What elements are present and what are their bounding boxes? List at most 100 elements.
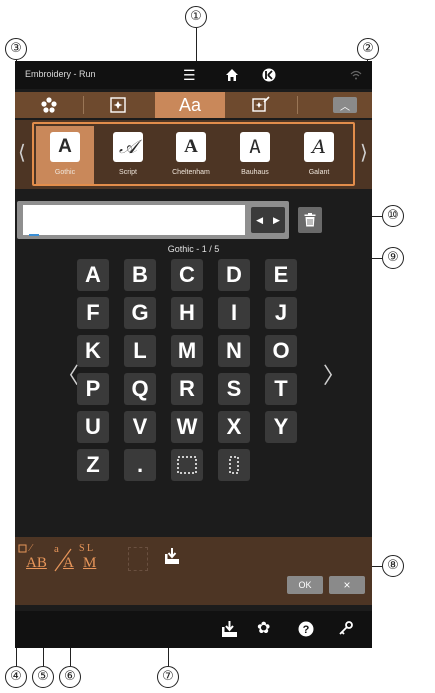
callout-10: ⑩: [382, 205, 404, 227]
edit-tab[interactable]: [227, 92, 295, 118]
font-item-gothic[interactable]: A Gothic: [36, 126, 94, 184]
options-panel: ⁄ AB a A S L M: [15, 537, 372, 605]
char-key-p[interactable]: P: [77, 373, 109, 405]
delete-button[interactable]: [298, 207, 322, 233]
space-narrow-icon: [229, 456, 239, 474]
cursor-nav-buttons: ◀ ▶: [251, 207, 285, 233]
device-screen: Embroidery - Run ☰ Aa ︿ ⟨ A Gothic 𝒜 Scr…: [15, 61, 372, 648]
font-item-cheltenham[interactable]: A Cheltenham: [162, 126, 220, 184]
char-key-l[interactable]: L: [124, 335, 156, 367]
char-key-f[interactable]: F: [77, 297, 109, 329]
font-label: Cheltenham: [172, 169, 210, 176]
callout-9: ⑨: [382, 247, 404, 269]
settings-icon[interactable]: ✿: [257, 621, 270, 637]
char-key-a[interactable]: A: [77, 259, 109, 291]
char-key-k[interactable]: K: [77, 335, 109, 367]
cursor-left-button[interactable]: ◀: [256, 215, 263, 225]
font-tab[interactable]: Aa: [155, 92, 225, 118]
grid-next-arrow[interactable]: 〉: [323, 358, 345, 390]
char-key-u[interactable]: U: [77, 411, 109, 443]
char-key-w[interactable]: W: [171, 411, 203, 443]
font-prev-arrow[interactable]: ⟨: [18, 140, 26, 165]
char-key-y[interactable]: Y: [265, 411, 297, 443]
char-key-m[interactable]: M: [171, 335, 203, 367]
font-preview: A: [176, 132, 206, 162]
menu-icon[interactable]: ☰: [183, 68, 196, 82]
font-page-indicator: Gothic - 1 / 5: [167, 244, 220, 254]
font-label: Gothic: [54, 169, 76, 176]
jump-icon[interactable]: [262, 68, 276, 82]
size-option[interactable]: S L M: [79, 543, 103, 573]
callout-4: ④: [5, 666, 27, 688]
screen-title: Embroidery - Run: [25, 69, 96, 79]
font-tab-label: Aa: [178, 95, 202, 115]
collapse-label: ︿: [340, 102, 350, 113]
layout-option-text: AB: [26, 555, 47, 571]
space-key-narrow[interactable]: [218, 449, 250, 481]
grid-prev-arrow[interactable]: 〈: [57, 358, 79, 390]
collapse-tab[interactable]: ︿: [333, 97, 357, 113]
layout-option-top: ⁄: [30, 543, 32, 554]
font-label: Galant: [308, 169, 330, 176]
space-key-wide[interactable]: [171, 449, 203, 481]
font-item-script[interactable]: 𝒜 Script: [99, 126, 157, 184]
trash-icon: [304, 213, 316, 227]
char-key-q[interactable]: Q: [124, 373, 156, 405]
space-wide-icon: [177, 456, 197, 474]
char-key-o[interactable]: O: [265, 335, 297, 367]
cancel-button[interactable]: ×: [329, 576, 365, 594]
char-key-z[interactable]: Z: [77, 449, 109, 481]
size-option-text: M: [83, 555, 97, 571]
status-bar: Embroidery - Run ☰: [15, 61, 372, 89]
cursor-right-button[interactable]: ▶: [273, 215, 280, 225]
font-preview: A: [240, 132, 270, 162]
font-preview: A: [50, 132, 80, 162]
char-key-b[interactable]: B: [124, 259, 156, 291]
import-font-icon[interactable]: [164, 547, 180, 565]
char-key-period[interactable]: .: [124, 449, 156, 481]
char-key-c[interactable]: C: [171, 259, 203, 291]
text-cursor: [29, 234, 39, 236]
char-key-h[interactable]: H: [171, 297, 203, 329]
char-key-i[interactable]: I: [218, 297, 250, 329]
char-key-n[interactable]: N: [218, 335, 250, 367]
key-icon[interactable]: [338, 621, 353, 636]
design-tab[interactable]: [15, 92, 83, 118]
callout-6: ⑥: [59, 666, 81, 688]
font-label: Script: [119, 169, 137, 176]
char-key-t[interactable]: T: [265, 373, 297, 405]
text-input-field[interactable]: [23, 205, 245, 236]
callout-5: ⑤: [32, 666, 54, 688]
font-preview: A: [304, 132, 334, 162]
char-key-g[interactable]: G: [124, 297, 156, 329]
char-key-j[interactable]: J: [265, 297, 297, 329]
font-next-arrow[interactable]: ⟩: [360, 140, 368, 165]
char-key-d[interactable]: D: [218, 259, 250, 291]
callout-3: ③: [5, 38, 27, 60]
char-key-x[interactable]: X: [218, 411, 250, 443]
font-item-bauhaus[interactable]: A Bauhaus: [226, 126, 284, 184]
callout-2: ②: [357, 38, 379, 60]
ok-button[interactable]: OK: [287, 576, 323, 594]
case-option-text: A: [63, 555, 74, 571]
tab-divider: [297, 96, 298, 114]
footer-bar: ✿ ?: [15, 611, 372, 648]
flower-icon: [41, 97, 57, 113]
font-list: A Gothic 𝒜 Script A Cheltenham A Bauhaus…: [32, 122, 355, 186]
char-key-r[interactable]: R: [171, 373, 203, 405]
import-icon[interactable]: [222, 621, 237, 637]
char-key-s[interactable]: S: [218, 373, 250, 405]
pattern-tab[interactable]: [84, 92, 152, 118]
stitch-pattern-icon: [110, 97, 126, 113]
text-layout-option[interactable]: ⁄ AB: [18, 543, 47, 573]
category-tabs: Aa ︿: [15, 92, 372, 118]
font-item-galant[interactable]: A Galant: [290, 126, 348, 184]
help-icon[interactable]: ?: [298, 621, 314, 637]
char-key-v[interactable]: V: [124, 411, 156, 443]
wifi-icon: [350, 70, 362, 80]
font-selection-strip: ⟨ A Gothic 𝒜 Script A Cheltenham A Bauha…: [15, 120, 372, 189]
home-icon[interactable]: [225, 68, 239, 82]
callout-8: ⑧: [382, 555, 404, 577]
case-option[interactable]: a A: [51, 543, 75, 573]
char-key-e[interactable]: E: [265, 259, 297, 291]
